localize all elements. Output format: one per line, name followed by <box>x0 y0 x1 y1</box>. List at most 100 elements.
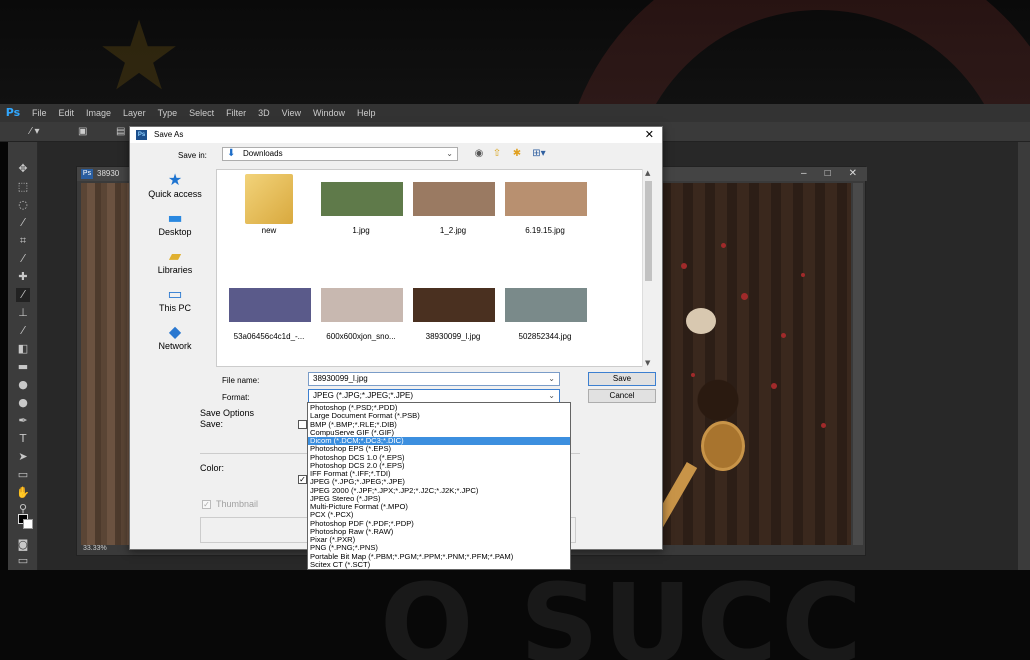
maximize-icon[interactable]: □ <box>825 167 831 181</box>
format-option[interactable]: Large Document Format (*.PSB) <box>308 412 570 420</box>
save-button[interactable]: Save <box>588 372 656 386</box>
menu-file[interactable]: File <box>26 104 53 122</box>
file-list-scrollbar[interactable]: ▲ ▼ <box>642 169 654 367</box>
path-select-tool-icon[interactable]: ➤ <box>16 450 30 464</box>
scroll-down-icon[interactable]: ▼ <box>645 359 650 367</box>
file-item[interactable]: new <box>223 172 315 250</box>
crop-tool-icon[interactable]: ⌗ <box>16 234 30 248</box>
spoon-bowl <box>701 421 745 471</box>
format-option[interactable]: JPEG 2000 (*.JPF;*.JPX;*.JP2;*.J2C;*.J2K… <box>308 487 570 495</box>
background-color-swatch[interactable] <box>23 519 33 529</box>
eyedropper-tool-icon[interactable]: ⁄ <box>16 252 30 266</box>
document-window-controls: – □ ✕ <box>801 167 857 181</box>
type-tool-icon[interactable]: T <box>16 432 30 446</box>
file-item[interactable]: 502852344.jpg <box>499 278 591 356</box>
format-option[interactable]: Pixar (*.PXR) <box>308 536 570 544</box>
format-option[interactable]: Photoshop DCS 1.0 (*.EPS) <box>308 454 570 462</box>
format-select[interactable]: JPEG (*.JPG;*.JPEG;*.JPE) ⌄ <box>308 389 560 403</box>
sidebar-item-desktop[interactable]: ▬ Desktop <box>138 209 212 247</box>
minimize-icon[interactable]: – <box>801 167 807 181</box>
format-option[interactable]: Photoshop Raw (*.RAW) <box>308 528 570 536</box>
move-tool-icon[interactable]: ✥ <box>16 162 30 176</box>
spice-speck <box>781 333 786 338</box>
brush-size-icon[interactable]: ▣ <box>78 125 87 139</box>
menu-3d[interactable]: 3D <box>252 104 276 122</box>
brush-mode-icon[interactable]: ▤ <box>116 125 125 139</box>
format-option[interactable]: JPEG (*.JPG;*.JPEG;*.JPE) <box>308 478 570 486</box>
sidebar-item-libraries[interactable]: ▰ Libraries <box>138 247 212 285</box>
back-icon[interactable]: ◉ <box>472 147 486 161</box>
format-option[interactable]: Photoshop EPS (*.EPS) <box>308 445 570 453</box>
eraser-tool-icon[interactable]: ◧ <box>16 342 30 356</box>
close-icon[interactable]: ✕ <box>645 127 654 143</box>
menu-edit[interactable]: Edit <box>53 104 81 122</box>
menu-filter[interactable]: Filter <box>220 104 252 122</box>
computer-icon: ▭ <box>167 284 183 303</box>
brush-tool-icon[interactable]: ⁄ <box>16 288 30 302</box>
quick-mask-icon[interactable]: ◙ <box>16 538 30 552</box>
menu-window[interactable]: Window <box>307 104 351 122</box>
document-scrollbar[interactable] <box>853 183 863 545</box>
image-thumbnail <box>229 288 311 322</box>
menu-image[interactable]: Image <box>80 104 117 122</box>
file-item[interactable]: 6.19.15.jpg <box>499 172 591 250</box>
format-option[interactable]: IFF Format (*.IFF;*.TDI) <box>308 470 570 478</box>
menu-layer[interactable]: Layer <box>117 104 152 122</box>
new-folder-icon[interactable]: ✱ <box>510 147 524 161</box>
watermark-text: O SUCC <box>380 560 866 660</box>
format-option[interactable]: BMP (*.BMP;*.RLE;*.DIB) <box>308 421 570 429</box>
sidebar-item-quick-access[interactable]: ★ Quick access <box>138 171 212 209</box>
menu-view[interactable]: View <box>276 104 307 122</box>
chevron-down-icon[interactable]: ⌄ <box>548 390 555 402</box>
file-item[interactable]: 1.jpg <box>315 172 407 250</box>
format-option[interactable]: Photoshop PDF (*.PDF;*.PDP) <box>308 520 570 528</box>
view-menu-icon[interactable]: ⊞▾ <box>532 147 546 161</box>
pen-tool-icon[interactable]: ✒ <box>16 414 30 428</box>
brush-preset-icon[interactable]: ⁄ ▾ <box>30 125 39 139</box>
file-name-input[interactable]: 38930099_l.jpg ⌄ <box>308 372 560 386</box>
chevron-down-icon[interactable]: ⌄ <box>548 373 555 385</box>
hand-tool-icon[interactable]: ✋ <box>16 486 30 500</box>
menu-type[interactable]: Type <box>152 104 184 122</box>
zoom-level: 33.33% <box>83 545 107 552</box>
color-option-checkbox[interactable]: ✓ <box>298 475 307 484</box>
file-name: new <box>261 226 277 235</box>
file-item[interactable]: 1_2.jpg <box>407 172 499 250</box>
screen-mode-icon[interactable]: ▭ <box>16 554 30 568</box>
format-option[interactable]: PNG (*.PNG;*.PNS) <box>308 544 570 552</box>
gradient-tool-icon[interactable]: ▬ <box>16 360 30 374</box>
format-option[interactable]: Dicom (*.DCM;*.DC3;*.DIC) <box>308 437 570 446</box>
format-option[interactable]: JPEG Stereo (*.JPS) <box>308 495 570 503</box>
file-item[interactable]: 600x600xjon_sno... <box>315 278 407 356</box>
scroll-up-icon[interactable]: ▲ <box>645 169 650 177</box>
cancel-button[interactable]: Cancel <box>588 389 656 403</box>
shape-tool-icon[interactable]: ▭ <box>16 468 30 482</box>
file-item[interactable]: 38930099_l.jpg <box>407 278 499 356</box>
save-in-select[interactable]: ⬇ Downloads ⌄ <box>222 147 458 161</box>
save-option-checkbox[interactable] <box>298 420 307 429</box>
history-brush-tool-icon[interactable]: ⁄ <box>16 324 30 338</box>
clone-stamp-tool-icon[interactable]: ⊥ <box>16 306 30 320</box>
format-option[interactable]: PCX (*.PCX) <box>308 511 570 519</box>
marquee-tool-icon[interactable]: ⬚ <box>16 180 30 194</box>
scrollbar-thumb[interactable] <box>645 181 652 281</box>
spice-speck <box>681 263 687 269</box>
format-option[interactable]: CompuServe GIF (*.GIF) <box>308 429 570 437</box>
sidebar-item-network[interactable]: ◆ Network <box>138 323 212 361</box>
dialog-titlebar[interactable]: Ps Save As ✕ <box>130 127 662 143</box>
up-folder-icon[interactable]: ⇧ <box>490 147 504 161</box>
file-item[interactable]: 53a06456c4c1d_-... <box>223 278 315 356</box>
lasso-tool-icon[interactable]: ◌ <box>16 198 30 212</box>
blur-tool-icon[interactable]: ● <box>16 378 30 392</box>
healing-tool-icon[interactable]: ✚ <box>16 270 30 284</box>
dodge-tool-icon[interactable]: ● <box>16 396 30 410</box>
sidebar-item-this-pc[interactable]: ▭ This PC <box>138 285 212 323</box>
format-option[interactable]: Multi-Picture Format (*.MPO) <box>308 503 570 511</box>
format-option[interactable]: Photoshop DCS 2.0 (*.EPS) <box>308 462 570 470</box>
quick-select-tool-icon[interactable]: ⁄ <box>16 216 30 230</box>
format-option[interactable]: Photoshop (*.PSD;*.PDD) <box>308 404 570 412</box>
thumbnail-checkbox[interactable]: ✓ <box>202 500 211 509</box>
close-icon[interactable]: ✕ <box>849 167 857 181</box>
menu-select[interactable]: Select <box>183 104 220 122</box>
menu-help[interactable]: Help <box>351 104 382 122</box>
